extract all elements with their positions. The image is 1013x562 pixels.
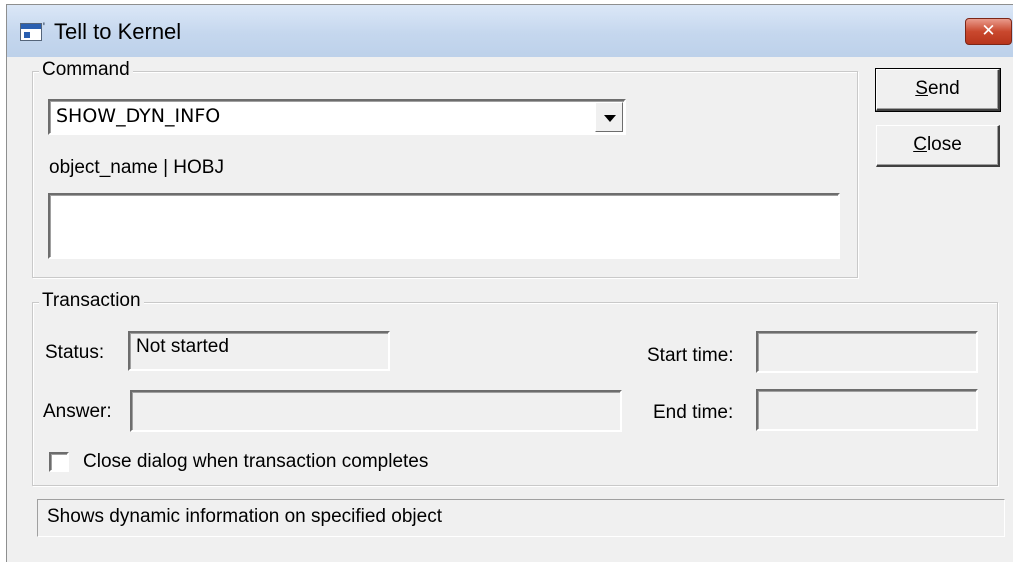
status-field: Not started	[128, 331, 390, 371]
parameter-label: object_name | HOBJ	[49, 157, 224, 178]
combobox-dropdown-button[interactable]	[595, 102, 623, 132]
status-label: Status:	[45, 342, 105, 363]
send-button[interactable]: Send	[875, 68, 1001, 112]
application-icon: '	[20, 21, 45, 41]
transaction-group-legend: Transaction	[39, 290, 144, 312]
end-time-label: End time:	[653, 402, 734, 423]
chevron-down-icon	[604, 115, 616, 122]
start-time-field	[756, 331, 978, 373]
command-combobox[interactable]: SHOW_DYN_INFO	[48, 99, 626, 135]
close-icon: ✕	[981, 21, 996, 41]
start-time-label: Start time:	[647, 345, 734, 366]
status-value: Not started	[136, 336, 229, 357]
window-title: Tell to Kernel	[54, 19, 182, 44]
answer-field	[130, 390, 622, 432]
close-on-complete-checkbox[interactable]	[49, 452, 69, 472]
command-group-legend: Command	[39, 59, 133, 81]
answer-label: Answer:	[43, 401, 112, 422]
parameter-input[interactable]	[48, 193, 840, 259]
status-bar-text: Shows dynamic information on specified o…	[47, 506, 442, 527]
tell-to-kernel-dialog: ' Tell to Kernel ✕ Command SHOW_DYN_INFO…	[6, 4, 1013, 562]
close-on-complete-label[interactable]: Close dialog when transaction completes	[83, 451, 428, 473]
close-window-button[interactable]: ✕	[965, 18, 1012, 45]
end-time-field	[756, 389, 978, 431]
status-bar: Shows dynamic information on specified o…	[37, 499, 1005, 537]
command-combobox-value: SHOW_DYN_INFO	[56, 105, 221, 127]
close-button[interactable]: Close	[876, 125, 1000, 167]
title-bar[interactable]: ' Tell to Kernel ✕	[7, 5, 1013, 57]
